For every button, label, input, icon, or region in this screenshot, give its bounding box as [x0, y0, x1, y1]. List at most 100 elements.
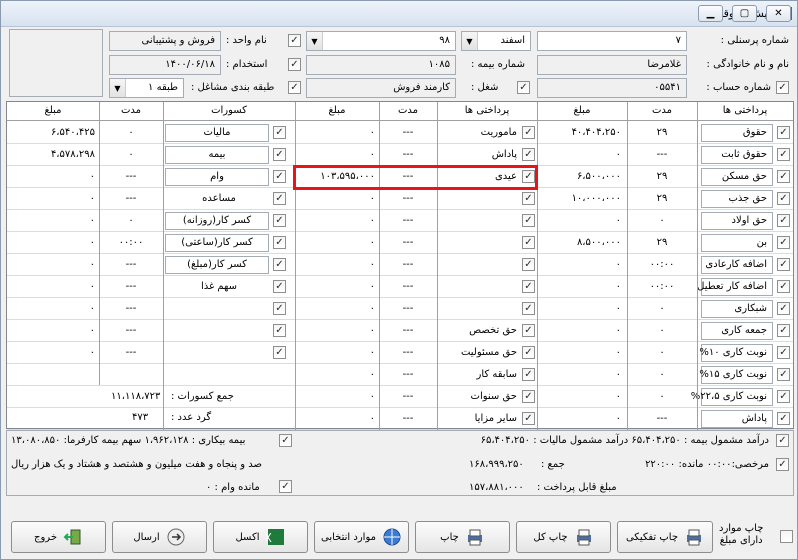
payment2-checkbox[interactable]: ✓	[522, 214, 535, 227]
deduction-item-field[interactable]: کسر کار(روزانه)	[165, 212, 269, 230]
close-button[interactable]: ✕	[766, 5, 791, 22]
payment-checkbox[interactable]: ✓	[777, 412, 790, 425]
account-checkbox[interactable]: ✓	[776, 81, 789, 94]
payment-checkbox[interactable]: ✓	[777, 346, 790, 359]
payment2-checkbox[interactable]: ✓	[522, 368, 535, 381]
deduction-item-field[interactable]: مالیات	[165, 124, 269, 142]
payment-item-field[interactable]: نوبت کاری ۱۰%	[699, 344, 773, 362]
payment2-checkbox[interactable]: ✓	[522, 126, 535, 139]
payment-item-field[interactable]: حق جذب	[701, 190, 773, 208]
hire-checkbox[interactable]: ✓	[288, 58, 301, 71]
deduction-item-field[interactable]: کسر کار(ساعتی)	[165, 234, 269, 252]
deduction-checkbox[interactable]: ✓	[273, 148, 286, 161]
unemployment-checkbox[interactable]: ✓	[279, 434, 292, 447]
payment2-checkbox[interactable]: ✓	[522, 236, 535, 249]
payment-checkbox[interactable]: ✓	[777, 148, 790, 161]
payment2-checkbox[interactable]: ✓	[522, 280, 535, 293]
payment-item-field[interactable]: حق اولاد	[701, 212, 773, 230]
deduction-checkbox[interactable]: ✓	[273, 258, 286, 271]
payment-item-field[interactable]: بن	[701, 234, 773, 252]
deduction-duration: ۰۰:۰۰	[118, 237, 144, 248]
payment-checkbox[interactable]: ✓	[777, 258, 790, 271]
job-checkbox[interactable]: ✓	[517, 81, 530, 94]
payment2-checkbox[interactable]: ✓	[522, 148, 535, 161]
job-class-checkbox[interactable]: ✓	[288, 81, 301, 94]
payment2-item: حق تخصص	[469, 325, 517, 336]
title-bar: فیش حقوقی ▁ ▢ ✕	[1, 1, 797, 27]
payment-amount: ۸،۵۰۰،۰۰۰	[576, 237, 621, 248]
job-class-combo[interactable]: ▼ طبقه ۱	[109, 78, 184, 98]
maximize-button[interactable]: ▢	[732, 5, 757, 22]
deduction-checkbox[interactable]: ✓	[273, 170, 286, 183]
payment-duration: ---	[656, 149, 668, 160]
print-button[interactable]: چاپ	[415, 521, 510, 553]
deduction-item-field[interactable]: وام	[165, 168, 269, 186]
deduction-item-field[interactable]: بیمه	[165, 146, 269, 164]
exit-button[interactable]: خروج	[11, 521, 106, 553]
payment-checkbox[interactable]: ✓	[777, 236, 790, 249]
payment2-checkbox[interactable]: ✓	[522, 390, 535, 403]
summary-insurance-checkbox[interactable]: ✓	[776, 434, 789, 447]
deduction-duration: ۰	[128, 215, 134, 226]
payment-duration: ۰	[659, 369, 665, 380]
loan-remaining-checkbox[interactable]: ✓	[279, 480, 292, 493]
payment-checkbox[interactable]: ✓	[777, 390, 790, 403]
deduction-checkbox[interactable]: ✓	[273, 236, 286, 249]
excel-button[interactable]: X اکسل	[213, 521, 308, 553]
row-divider	[7, 341, 793, 342]
payment-item-field[interactable]: حقوق ثابت	[701, 146, 773, 164]
payment-item-field[interactable]: جمعه کاری	[701, 322, 773, 340]
header-duration-3: مدت	[120, 105, 142, 116]
payment-item-field[interactable]: پاداش	[701, 410, 773, 428]
send-button[interactable]: ارسال	[112, 521, 207, 553]
payment-checkbox[interactable]: ✓	[777, 324, 790, 337]
payment-duration: ۲۹	[656, 171, 668, 182]
month-combo[interactable]: ▼ اسفند	[461, 31, 531, 51]
payment-checkbox[interactable]: ✓	[777, 368, 790, 381]
minimize-button[interactable]: ▁	[698, 5, 723, 22]
deduction-checkbox[interactable]: ✓	[273, 192, 286, 205]
payment-item-field[interactable]: اضافه کارعادی	[701, 256, 773, 274]
personnel-no-label: شماره پرسنلی :	[720, 35, 789, 46]
payment-item-field[interactable]: نوبت کاری ۲۲،۵%	[691, 388, 773, 406]
deduction-item-field[interactable]: کسر کار(مبلغ)	[165, 256, 269, 274]
payment2-checkbox[interactable]: ✓	[522, 346, 535, 359]
payment2-duration: ---	[402, 347, 414, 358]
deduction-checkbox[interactable]: ✓	[273, 280, 286, 293]
header-duration-1: مدت	[651, 105, 673, 116]
personnel-no-field[interactable]: ۷	[537, 31, 687, 51]
print-all-button[interactable]: چاپ کل	[516, 521, 611, 553]
print-detailed-button[interactable]: چاپ تفکیکی	[617, 521, 713, 553]
print-items-with-amount-checkbox[interactable]	[780, 530, 793, 543]
deduction-checkbox[interactable]: ✓	[273, 324, 286, 337]
payment2-checkbox[interactable]: ✓	[522, 302, 535, 315]
row-divider	[7, 209, 793, 210]
payment2-amount: ۰	[369, 369, 375, 380]
deduction-checkbox[interactable]: ✓	[273, 126, 286, 139]
payment-checkbox[interactable]: ✓	[777, 302, 790, 315]
insurance-no-field: ۱۰۸۵	[306, 55, 456, 75]
payment2-checkbox[interactable]: ✓	[522, 412, 535, 425]
printer-icon	[574, 527, 594, 547]
payment-item-field[interactable]: اضافه کار تعطیل	[697, 278, 773, 296]
deduction-checkbox[interactable]: ✓	[273, 346, 286, 359]
deduction-checkbox[interactable]: ✓	[273, 214, 286, 227]
payment2-checkbox[interactable]: ✓	[522, 258, 535, 271]
deduction-checkbox[interactable]: ✓	[273, 302, 286, 315]
payment2-checkbox[interactable]: ✓	[522, 324, 535, 337]
payment-checkbox[interactable]: ✓	[777, 126, 790, 139]
year-combo[interactable]: ▼ ۹۸	[306, 31, 456, 51]
payment-checkbox[interactable]: ✓	[777, 280, 790, 293]
payment-checkbox[interactable]: ✓	[777, 170, 790, 183]
unit-checkbox[interactable]: ✓	[288, 34, 301, 47]
payment-item-field[interactable]: حقوق	[701, 124, 773, 142]
payment-checkbox[interactable]: ✓	[777, 214, 790, 227]
payment2-checkbox[interactable]: ✓	[522, 192, 535, 205]
payslip-window: فیش حقوقی ▁ ▢ ✕ شماره پرسنلی : ۷ ▼ اسفند…	[0, 0, 798, 560]
payment-checkbox[interactable]: ✓	[777, 192, 790, 205]
payment-item-field[interactable]: شبکاری	[701, 300, 773, 318]
payment-item-field[interactable]: حق مسکن	[701, 168, 773, 186]
payment-item-field[interactable]: نوبت کاری ۱۵%	[699, 366, 773, 384]
selected-items-button[interactable]: موارد انتخابی	[314, 521, 409, 553]
leave-checkbox[interactable]: ✓	[776, 458, 789, 471]
